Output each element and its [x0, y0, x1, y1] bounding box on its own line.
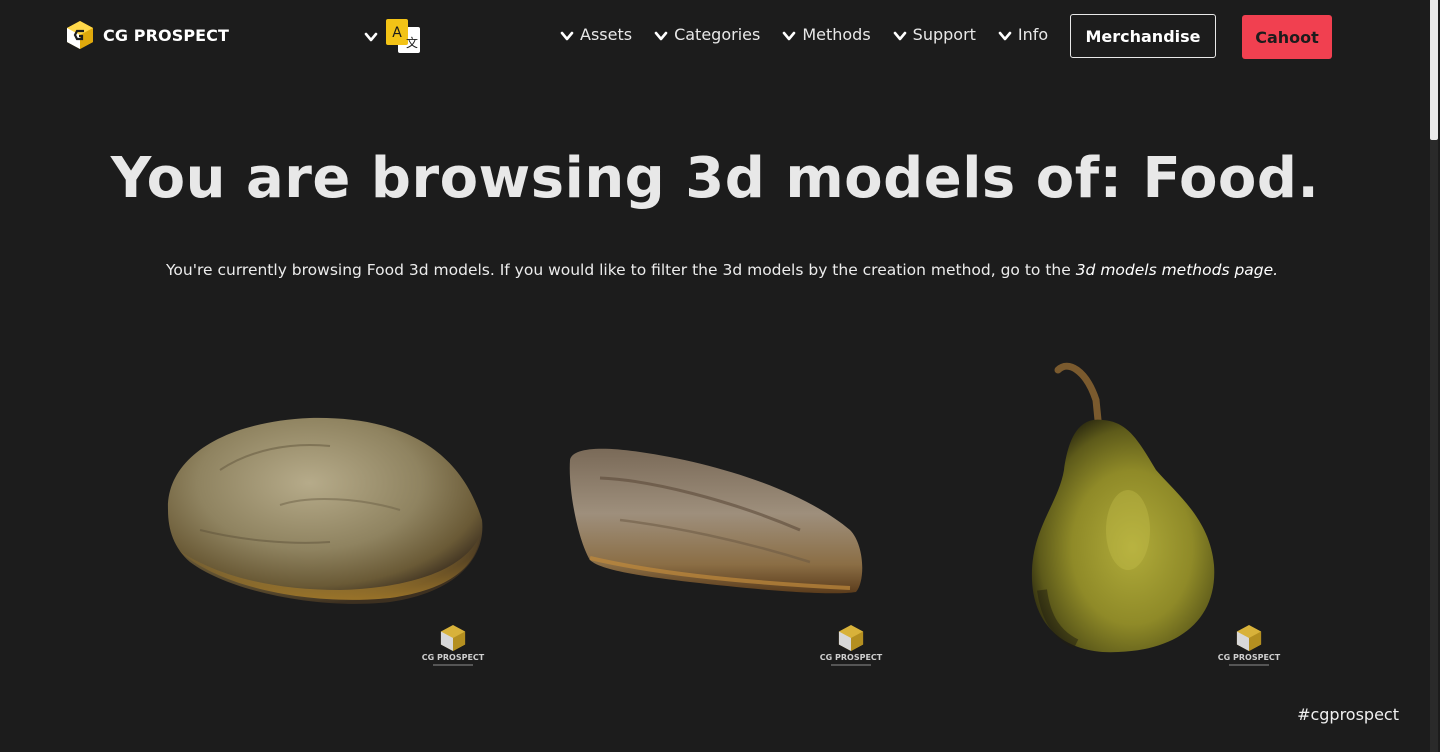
- language-selector[interactable]: A 文: [364, 18, 422, 56]
- nav-label: Info: [1017, 25, 1049, 44]
- nav-label: Support: [912, 25, 976, 44]
- cg-prospect-logo-icon: [67, 21, 93, 49]
- nav-info[interactable]: Info: [998, 25, 1048, 44]
- watermark-underline: [831, 664, 871, 666]
- chevron-down-icon: [893, 31, 906, 40]
- model-watermark: CG PROSPECT: [418, 624, 488, 666]
- svg-text:文: 文: [406, 35, 418, 50]
- model-card-bread-loaf[interactable]: CG PROSPECT: [160, 330, 520, 680]
- logo-link[interactable]: CG PROSPECT: [66, 20, 229, 50]
- cg-prospect-logo-icon: [440, 625, 466, 651]
- model-card-pear[interactable]: CG PROSPECT: [958, 330, 1318, 680]
- chevron-down-icon: [783, 31, 796, 40]
- cg-prospect-logo-icon: [1236, 625, 1262, 651]
- watermark-underline: [433, 664, 473, 666]
- chevron-down-icon: [654, 31, 668, 40]
- main-nav: Assets Categories Methods Support Info: [560, 25, 1070, 44]
- nav-label: Methods: [802, 25, 871, 44]
- watermark-text: CG PROSPECT: [1217, 653, 1281, 662]
- chevron-down-icon: [560, 31, 574, 40]
- nav-categories[interactable]: Categories: [654, 25, 760, 44]
- chevron-down-icon: [998, 31, 1012, 40]
- translate-icon: A 文: [386, 19, 420, 53]
- svg-text:A: A: [392, 25, 402, 41]
- watermark-text: CG PROSPECT: [819, 653, 883, 662]
- nav-label: Assets: [580, 25, 633, 44]
- site-header: CG PROSPECT A 文 Assets Categories Method…: [0, 0, 1430, 75]
- nav-assets[interactable]: Assets: [560, 25, 632, 44]
- model-watermark: CG PROSPECT: [1214, 624, 1284, 666]
- brand-name: CG PROSPECT: [103, 25, 230, 45]
- nav-methods[interactable]: Methods: [782, 25, 871, 44]
- model-watermark: CG PROSPECT: [816, 624, 886, 666]
- scrollbar-track: [1430, 140, 1438, 752]
- nav-label: Categories: [674, 25, 761, 44]
- page-scrollbar[interactable]: [1430, 0, 1440, 752]
- cahoot-button[interactable]: Cahoot: [1242, 15, 1332, 59]
- cg-prospect-logo-icon: [838, 625, 864, 651]
- model-card-ciabatta-bread[interactable]: CG PROSPECT: [560, 330, 920, 680]
- merchandise-button[interactable]: Merchandise: [1070, 14, 1216, 58]
- hashtag-label: #cgprospect: [1297, 705, 1399, 724]
- methods-page-link[interactable]: 3d models methods page.: [1076, 261, 1278, 279]
- watermark-underline: [1229, 664, 1269, 666]
- scrollbar-thumb[interactable]: [1430, 0, 1438, 140]
- watermark-text: CG PROSPECT: [421, 653, 485, 662]
- intro-sentence: You're currently browsing Food 3d models…: [166, 261, 1076, 279]
- chevron-down-icon: [364, 32, 378, 42]
- intro-text: You're currently browsing Food 3d models…: [166, 261, 1286, 279]
- page-title: You are browsing 3d models of: Food.: [110, 146, 1320, 211]
- nav-support[interactable]: Support: [893, 25, 976, 44]
